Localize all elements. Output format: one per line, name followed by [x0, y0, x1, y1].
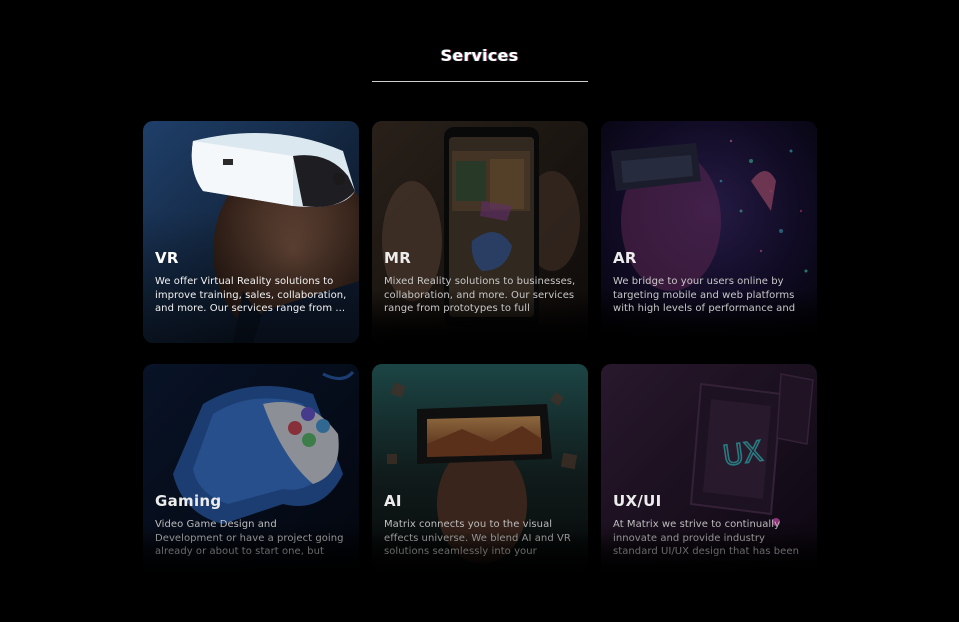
service-card-uxui[interactable]: UX UX/UI At Matrix we strive to continua…: [601, 364, 817, 586]
card-title: VR: [155, 249, 179, 267]
service-card-ai[interactable]: AI Matrix connects you to the visual eff…: [372, 364, 588, 586]
service-card-ar[interactable]: AR We bridge to your users online by tar…: [601, 121, 817, 343]
service-card-vr[interactable]: VR We offer Virtual Reality solutions to…: [143, 121, 359, 343]
card-title: UX/UI: [613, 492, 662, 510]
card-description: Matrix connects you to the visual effect…: [384, 519, 571, 557]
card-title: Gaming: [155, 492, 222, 510]
card-title: AR: [613, 249, 637, 267]
card-description: We offer Virtual Reality solutions to im…: [155, 276, 347, 314]
service-card-mr[interactable]: MR Mixed Reality solutions to businesses…: [372, 121, 588, 343]
card-description: We bridge to your users online by target…: [613, 276, 796, 314]
services-grid: VR We offer Virtual Reality solutions to…: [143, 121, 817, 586]
card-title: MR: [384, 249, 412, 267]
section-heading: Services: [440, 46, 519, 65]
service-card-gaming[interactable]: Gaming Video Game Design and Development…: [143, 364, 359, 586]
card-description: Video Game Design and Development or hav…: [155, 519, 344, 557]
card-title: AI: [384, 492, 402, 510]
card-description: At Matrix we strive to continually innov…: [613, 519, 799, 557]
heading-underline: [372, 81, 588, 82]
card-description: Mixed Reality solutions to businesses, c…: [384, 276, 576, 314]
